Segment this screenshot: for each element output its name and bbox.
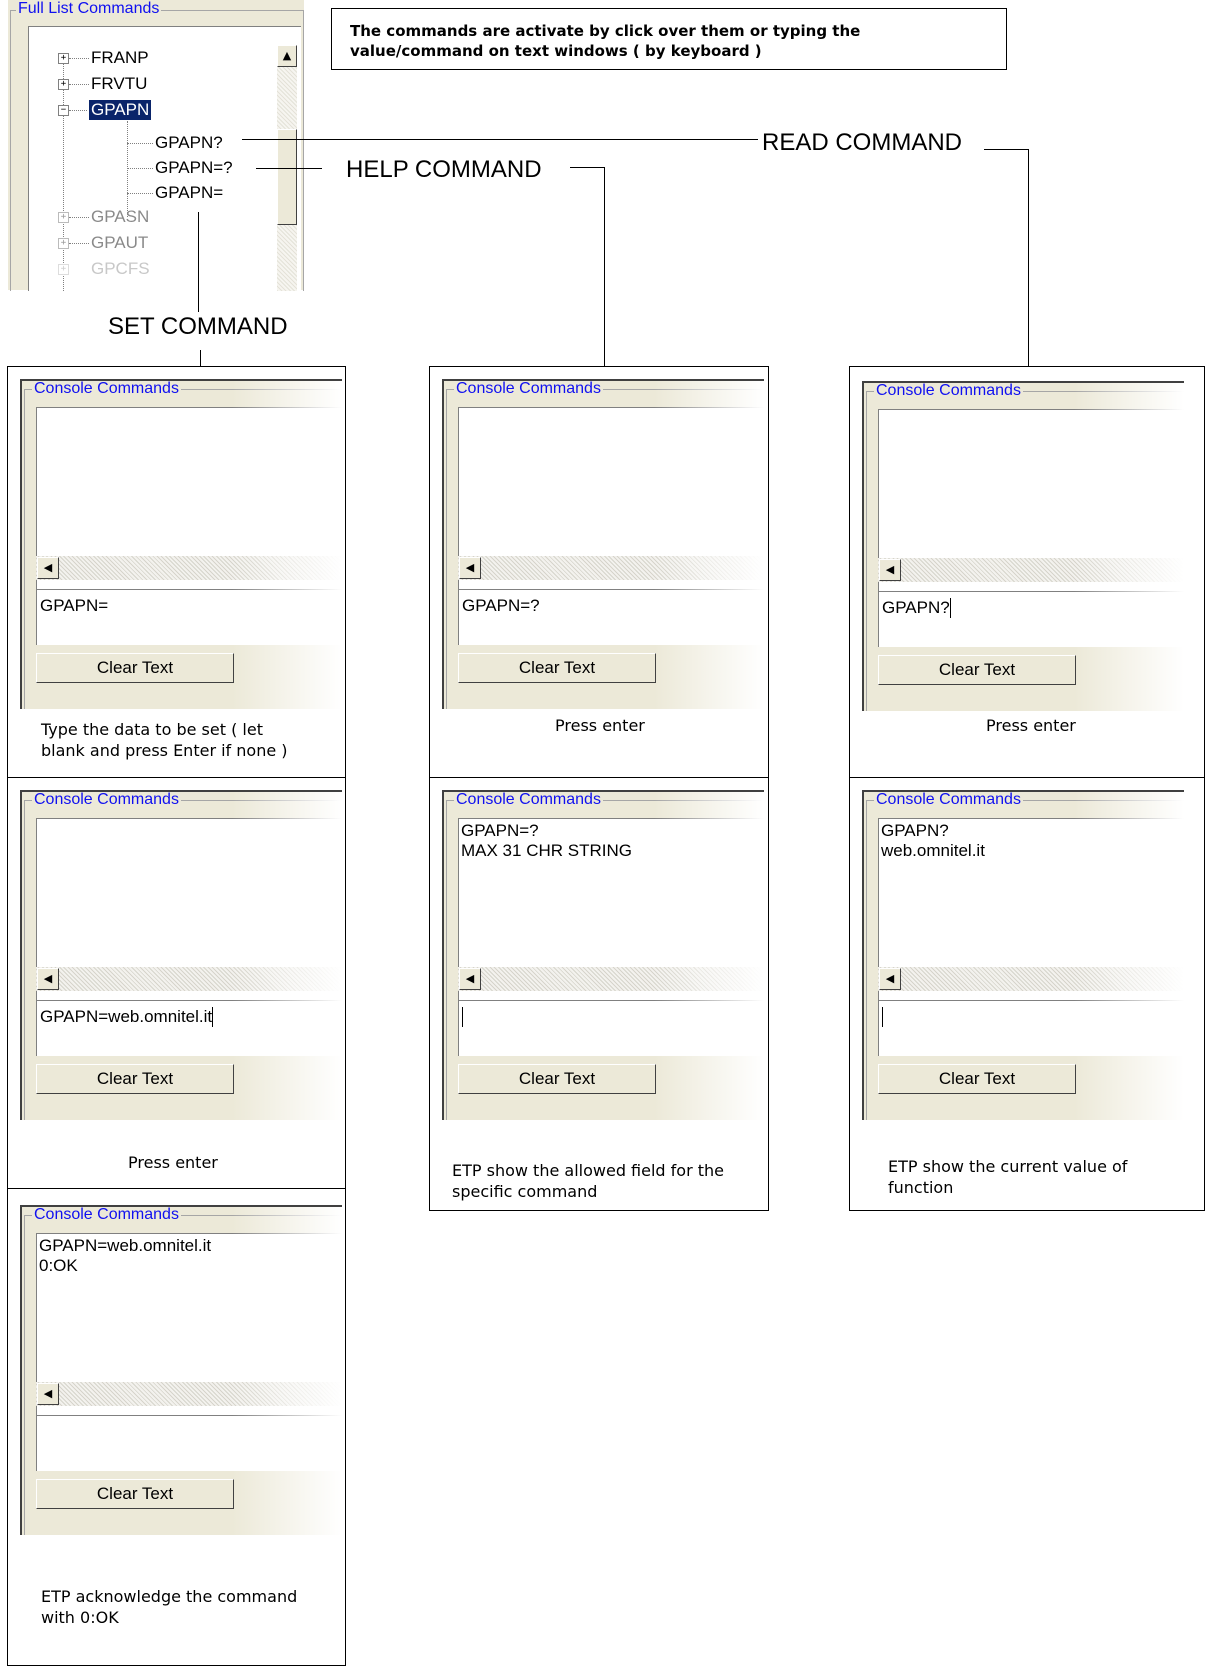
- clear-text-button[interactable]: Clear Text: [878, 655, 1076, 685]
- horizontal-scrollbar[interactable]: ◀: [36, 967, 342, 991]
- scroll-left-icon[interactable]: ◀: [459, 557, 481, 579]
- step-caption: Press enter: [555, 716, 645, 735]
- help-connector: [570, 167, 604, 168]
- horizontal-scrollbar[interactable]: ◀: [36, 1382, 342, 1406]
- console-title: Console Commands: [454, 380, 603, 398]
- horizontal-scrollbar[interactable]: ◀: [458, 967, 764, 991]
- read-step-2: Console Commands GPAPN? web.omnitel.it ◀ …: [849, 777, 1205, 1211]
- console-commands-window: Console Commands ◀ GPAPN= Clear Text: [20, 379, 342, 709]
- command-tree[interactable]: + FRANP + FRVTU − GPAPN GPAPN? GPAPN=? G…: [28, 26, 301, 291]
- note-line-1: The commands are activate by click over …: [350, 22, 861, 40]
- help-command-label: HELP COMMAND: [346, 156, 542, 183]
- set-step-2: Console Commands ◀ GPAPN=web.omnitel.it …: [7, 777, 346, 1189]
- command-input[interactable]: [878, 1000, 1184, 1056]
- clear-text-button[interactable]: Clear Text: [36, 653, 234, 683]
- expand-icon[interactable]: +: [58, 238, 69, 249]
- help-connector: [256, 168, 322, 169]
- expand-icon[interactable]: +: [58, 53, 69, 64]
- read-connector: [242, 139, 758, 140]
- tree-item-gpasn[interactable]: GPASN: [91, 207, 149, 227]
- step-caption: ETP acknowledge the command with 0:OK: [41, 1587, 298, 1627]
- command-input[interactable]: GPAPN=?: [458, 589, 764, 645]
- step-caption: Press enter: [986, 716, 1076, 735]
- console-title: Console Commands: [32, 1206, 181, 1224]
- collapse-icon[interactable]: −: [58, 105, 69, 116]
- scroll-thumb[interactable]: [277, 129, 297, 225]
- console-commands-window: Console Commands GPAPN? web.omnitel.it ◀ …: [862, 790, 1184, 1120]
- console-commands-window: Console Commands ◀ GPAPN? Clear Text: [862, 381, 1184, 711]
- scroll-left-icon[interactable]: ◀: [459, 968, 481, 990]
- console-commands-window: Console Commands ◀ GPAPN=web.omnitel.it …: [20, 790, 342, 1120]
- set-connector: [200, 350, 201, 367]
- read-command-label: READ COMMAND: [762, 129, 963, 156]
- help-connector: [604, 167, 605, 367]
- help-step-1: Console Commands ◀ GPAPN=? Clear Text Pr…: [429, 366, 769, 778]
- tree-item-gpcfs[interactable]: GPCFS: [91, 259, 150, 279]
- console-title: Console Commands: [874, 791, 1023, 809]
- command-input[interactable]: GPAPN=web.omnitel.it: [36, 1000, 342, 1056]
- tree-item-gpapn-set[interactable]: GPAPN=: [155, 183, 223, 203]
- command-input[interactable]: GPAPN=: [36, 589, 342, 645]
- scroll-up-icon[interactable]: ▲: [277, 45, 297, 67]
- scroll-left-icon[interactable]: ◀: [37, 557, 59, 579]
- console-title: Console Commands: [454, 791, 603, 809]
- horizontal-scrollbar[interactable]: ◀: [878, 967, 1184, 991]
- console-title: Console Commands: [32, 791, 181, 809]
- step-caption: Press enter: [128, 1153, 218, 1172]
- command-input[interactable]: [36, 1415, 342, 1471]
- command-input[interactable]: [458, 1000, 764, 1056]
- text-caret: [212, 1007, 214, 1027]
- set-command-label: SET COMMAND: [108, 313, 288, 340]
- tree-item-franp[interactable]: FRANP: [91, 48, 149, 68]
- text-caret: [882, 1007, 883, 1027]
- text-caret: [949, 598, 951, 618]
- step-caption: ETP show the current value of function: [888, 1157, 1128, 1197]
- step-caption: Type the data to be set ( let blank and p…: [41, 720, 288, 760]
- scroll-left-icon[interactable]: ◀: [37, 1383, 59, 1405]
- expand-icon[interactable]: +: [58, 264, 69, 275]
- set-step-3: Console Commands GPAPN=web.omnitel.it 0:O…: [7, 1188, 346, 1666]
- expand-icon[interactable]: +: [58, 79, 69, 90]
- step-caption: ETP show the allowed field for the specif…: [452, 1161, 725, 1201]
- help-step-2: Console Commands GPAPN=? MAX 31 CHR STRIN…: [429, 777, 769, 1211]
- horizontal-scrollbar[interactable]: ◀: [458, 556, 764, 580]
- clear-text-button[interactable]: Clear Text: [36, 1064, 234, 1094]
- scroll-left-icon[interactable]: ◀: [879, 559, 901, 581]
- instruction-note: The commands are activate by click over …: [331, 8, 1007, 70]
- expand-icon[interactable]: +: [58, 212, 69, 223]
- tree-item-gpapn-read[interactable]: GPAPN?: [155, 133, 223, 153]
- horizontal-scrollbar[interactable]: ◀: [36, 556, 342, 580]
- scroll-left-icon[interactable]: ◀: [879, 968, 901, 990]
- scroll-left-icon[interactable]: ◀: [37, 968, 59, 990]
- read-connector: [1028, 149, 1029, 369]
- set-step-1: Console Commands ◀ GPAPN= Clear Text Typ…: [7, 366, 346, 778]
- tree-item-frvtu[interactable]: FRVTU: [91, 74, 147, 94]
- read-step-1: Console Commands ◀ GPAPN? Clear Text Pre…: [849, 366, 1205, 778]
- clear-text-button[interactable]: Clear Text: [458, 653, 656, 683]
- read-connector: [984, 149, 1028, 150]
- clear-text-button[interactable]: Clear Text: [458, 1064, 656, 1094]
- command-input[interactable]: GPAPN?: [878, 591, 1184, 647]
- tree-item-gpapn[interactable]: GPAPN: [89, 100, 152, 120]
- tree-item-gpapn-help[interactable]: GPAPN=?: [155, 158, 233, 178]
- console-title: Console Commands: [32, 380, 181, 398]
- console-commands-window: Console Commands GPAPN=? MAX 31 CHR STRIN…: [442, 790, 764, 1120]
- clear-text-button[interactable]: Clear Text: [878, 1064, 1076, 1094]
- text-caret: [462, 1007, 463, 1027]
- console-commands-window: Console Commands GPAPN=web.omnitel.it 0:O…: [20, 1205, 342, 1535]
- full-list-commands-panel: Full List Commands + FRANP + FRVTU − GPA…: [8, 0, 304, 291]
- tree-item-gpaut[interactable]: GPAUT: [91, 233, 148, 253]
- set-connector: [198, 212, 199, 312]
- clear-text-button[interactable]: Clear Text: [36, 1479, 234, 1509]
- horizontal-scrollbar[interactable]: ◀: [878, 558, 1184, 582]
- console-title: Console Commands: [874, 382, 1023, 400]
- console-commands-window: Console Commands ◀ GPAPN=? Clear Text: [442, 379, 764, 709]
- note-line-2: value/command on text windows ( by keybo…: [350, 42, 762, 60]
- panel-title: Full List Commands: [16, 0, 162, 18]
